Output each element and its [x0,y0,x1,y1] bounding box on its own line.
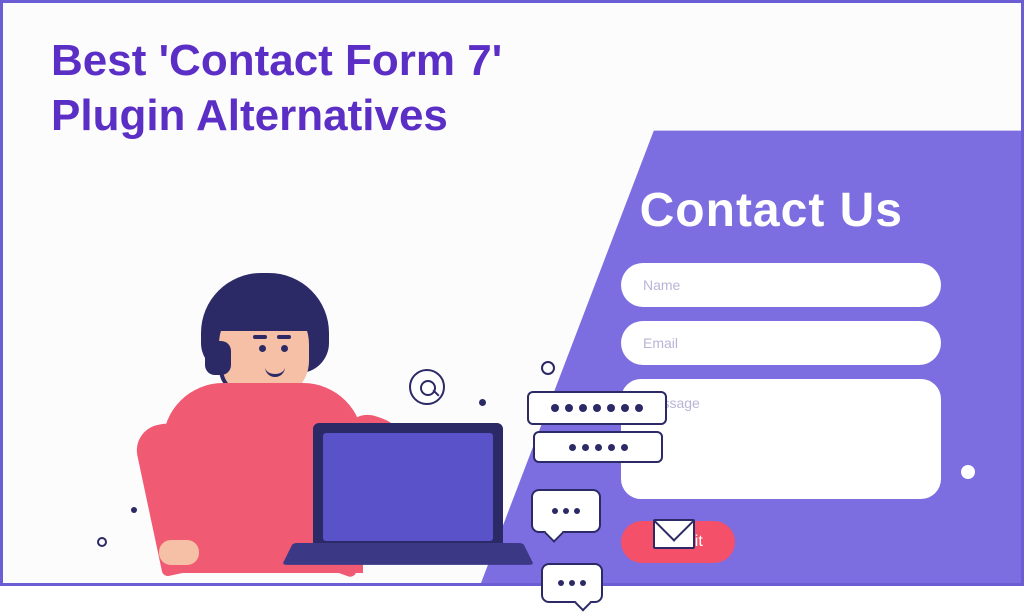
deco-ring [541,361,555,375]
support-agent-illustration [133,173,613,583]
banner-container: Best 'Contact Form 7' Plugin Alternative… [0,0,1024,586]
search-icon [409,369,445,405]
email-placeholder: Email [643,335,678,351]
chat-bubble-icon [531,489,601,533]
deco-ring [97,537,107,547]
deco-dot-white [961,465,975,479]
headline-line-1: Best 'Contact Form 7' [51,36,502,85]
headset-icon [213,279,317,339]
email-field[interactable]: Email [621,321,941,365]
message-field[interactable]: Message [621,379,941,499]
headline: Best 'Contact Form 7' Plugin Alternative… [51,33,502,143]
headline-line-2: Plugin Alternatives [51,91,448,140]
password-field-icon [527,391,667,425]
deco-dot [479,399,486,406]
chat-bubble-icon [541,563,603,603]
name-field[interactable]: Name [621,263,941,307]
name-placeholder: Name [643,277,680,293]
envelope-icon [653,519,695,549]
laptop-illustration [293,423,523,583]
contact-us-heading: Contact Us [640,183,903,238]
password-field-icon [533,431,663,463]
